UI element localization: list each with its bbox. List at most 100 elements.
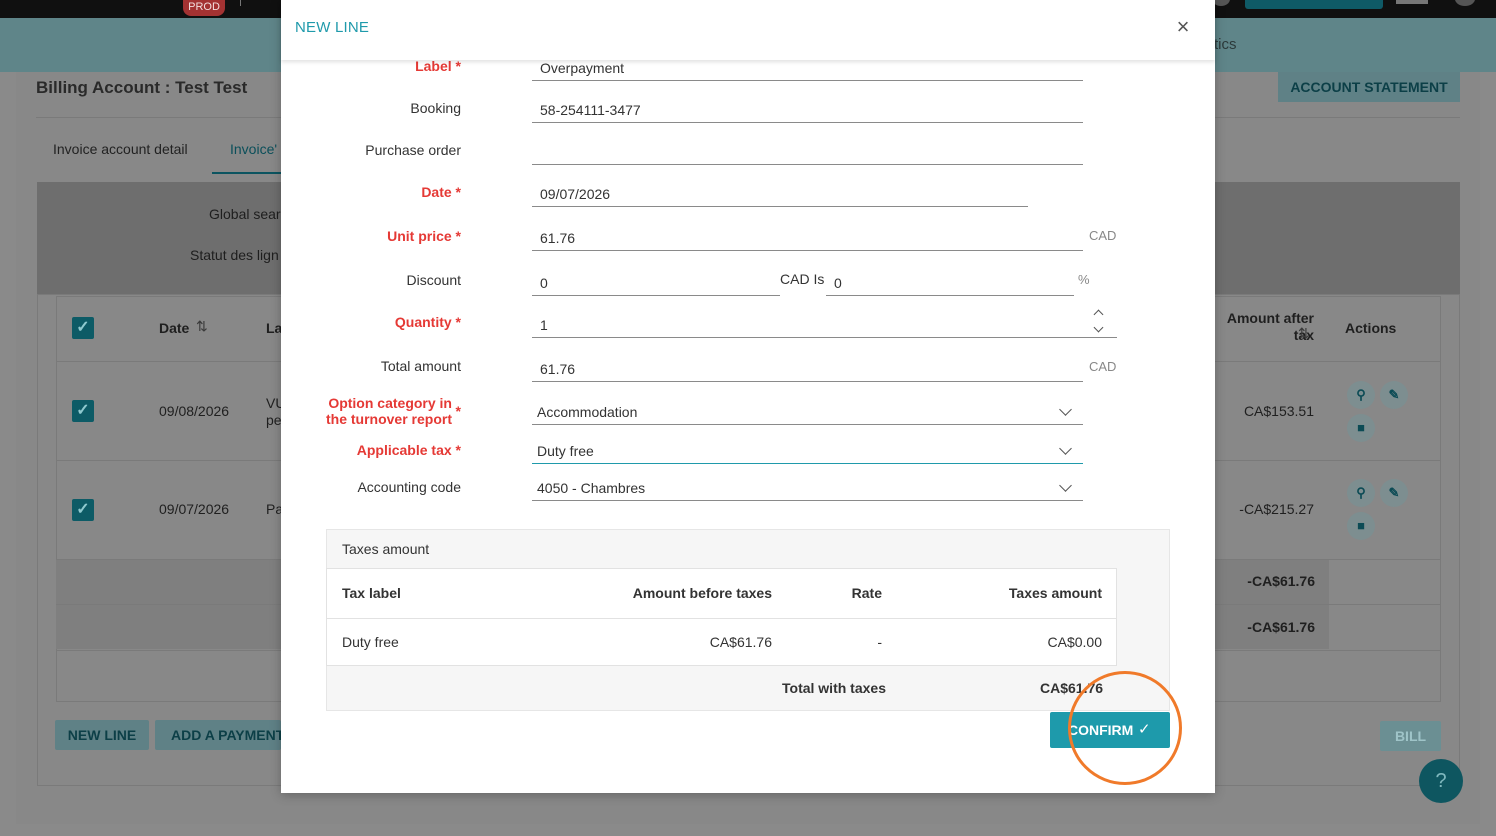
- applicable-tax-select[interactable]: Duty free: [532, 440, 1083, 464]
- line-status-label: Statut des lign: [190, 247, 279, 263]
- purchase-order-label: Purchase order: [365, 142, 461, 158]
- chevron-down-icon: [1059, 442, 1072, 455]
- accounting-code-select[interactable]: 4050 - Chambres: [532, 477, 1083, 501]
- unit-price-value: 61.76: [540, 230, 576, 246]
- tax-row-rate: -: [877, 634, 882, 650]
- page-title: Billing Account : Test Test: [36, 78, 248, 97]
- environment-badge: PROD: [183, 0, 225, 16]
- edit-icon[interactable]: ✎: [1380, 381, 1408, 409]
- purchase-order-field[interactable]: [532, 141, 1083, 165]
- column-header-label[interactable]: La: [266, 320, 282, 336]
- nav-item-statistics[interactable]: tics: [1214, 36, 1237, 53]
- row-label: VU pe: [266, 395, 282, 428]
- row-date: 09/07/2026: [159, 501, 230, 517]
- sort-icon[interactable]: ⇅: [196, 318, 208, 335]
- summary-total: -CA$61.76: [1247, 619, 1315, 635]
- confirm-button[interactable]: CONFIRM ✓: [1050, 712, 1170, 748]
- view-icon[interactable]: ⚲: [1347, 381, 1375, 409]
- required-mark: *: [455, 403, 461, 419]
- discount-percent-suffix: %: [1078, 272, 1090, 287]
- total-amount-field[interactable]: 61.76: [532, 358, 1083, 382]
- global-search-label: Global sear: [209, 206, 281, 222]
- taxes-table: Tax label Amount before taxes Rate Taxes…: [326, 568, 1117, 666]
- discount-amount-value: 0: [540, 275, 548, 291]
- tab-invoice-account-detail[interactable]: Invoice account detail: [53, 141, 188, 157]
- booking-field[interactable]: 58-254111-3477: [532, 99, 1083, 123]
- option-category-label-line1: Option category in: [328, 395, 452, 411]
- confirm-button-label: CONFIRM: [1068, 722, 1134, 738]
- total-amount-value: 61.76: [540, 361, 576, 377]
- account-statement-button[interactable]: ACCOUNT STATEMENT: [1278, 72, 1460, 102]
- new-line-modal: NEW LINE × Label * Overpayment Booking 5…: [281, 0, 1215, 793]
- tax-row-label: Duty free: [342, 634, 399, 650]
- delete-icon[interactable]: ■: [1347, 414, 1375, 442]
- tax-row-amount-before: CA$61.76: [709, 634, 772, 650]
- close-icon[interactable]: ×: [1171, 15, 1195, 39]
- modal-title: NEW LINE: [295, 19, 370, 36]
- total-amount-currency: CAD: [1089, 359, 1117, 374]
- option-category-label-line2: the turnover report: [325, 411, 452, 427]
- column-header-tax-label: Tax label: [342, 585, 401, 601]
- avatar[interactable]: [1455, 0, 1475, 6]
- quantity-label: Quantity *: [394, 314, 461, 330]
- tax-row-taxes-amount: CA$0.00: [1047, 634, 1102, 650]
- booking-field-label: Booking: [410, 100, 461, 116]
- date-field-value: 09/07/2026: [540, 186, 611, 202]
- taxes-panel-title: Taxes amount: [342, 541, 430, 557]
- table-divider: [327, 618, 1116, 619]
- total-with-taxes-label: Total with taxes: [782, 680, 886, 696]
- applicable-tax-label: Applicable tax *: [356, 442, 461, 458]
- column-header-amount-before-taxes: Amount before taxes: [632, 585, 772, 601]
- discount-currency-label: CAD Is: [780, 271, 825, 287]
- summary-total: -CA$61.76: [1247, 573, 1315, 589]
- active-tab-indicator: [212, 172, 282, 174]
- row-checkbox[interactable]: ✓: [72, 499, 94, 521]
- accounting-code-value: 4050 - Chambres: [537, 480, 646, 496]
- option-category-select[interactable]: Accommodation: [532, 401, 1083, 425]
- label-field[interactable]: Overpayment: [532, 57, 1083, 81]
- row-amount: CA$153.51: [1243, 403, 1314, 419]
- discount-amount-field[interactable]: 0: [532, 272, 780, 296]
- row-checkbox[interactable]: ✓: [72, 400, 94, 422]
- unit-price-field[interactable]: 61.76: [532, 227, 1083, 251]
- unit-price-currency: CAD: [1089, 228, 1117, 243]
- row-date: 09/08/2026: [159, 403, 230, 419]
- quantity-stepper[interactable]: 1: [532, 314, 1117, 338]
- row-amount: -CA$215.27: [1239, 501, 1314, 517]
- total-amount-label: Total amount: [380, 358, 461, 374]
- select-all-checkbox[interactable]: ✓: [72, 317, 94, 339]
- applicable-tax-value: Duty free: [537, 443, 594, 459]
- tab-invoices[interactable]: Invoice': [230, 141, 277, 157]
- chevron-down-icon: [1059, 479, 1072, 492]
- delete-icon[interactable]: ■: [1347, 512, 1375, 540]
- bill-button[interactable]: BILL: [1380, 721, 1441, 751]
- chevron-down-icon: [1059, 403, 1072, 416]
- help-button[interactable]: ?: [1419, 759, 1463, 803]
- column-header-rate: Rate: [851, 585, 882, 601]
- accounting-code-label: Accounting code: [357, 479, 461, 495]
- date-field[interactable]: 09/07/2026: [532, 183, 1028, 207]
- modal-header: NEW LINE ×: [281, 0, 1215, 60]
- sort-icon[interactable]: ⇅: [1298, 325, 1310, 342]
- date-field-label: Date *: [421, 184, 461, 200]
- total-with-taxes-value: CA$61.76: [1040, 680, 1104, 696]
- column-header-taxes-amount: Taxes amount: [1008, 585, 1102, 601]
- option-category-value: Accommodation: [537, 404, 638, 420]
- label-field-label: Label *: [415, 58, 461, 74]
- option-category-label: Option category in the turnover report: [326, 395, 452, 427]
- discount-percent-field[interactable]: 0: [826, 272, 1074, 296]
- divider: [240, 0, 241, 6]
- booking-field-value: 58-254111-3477: [540, 102, 641, 118]
- discount-percent-value: 0: [834, 275, 842, 291]
- unit-price-label: Unit price *: [387, 228, 461, 244]
- column-header-date[interactable]: Date: [159, 320, 189, 336]
- top-action-button[interactable]: [1245, 0, 1383, 9]
- add-payment-button[interactable]: ADD A PAYMENT: [155, 720, 281, 750]
- edit-icon[interactable]: ✎: [1380, 479, 1408, 507]
- view-icon[interactable]: ⚲: [1347, 479, 1375, 507]
- top-menu-button[interactable]: [1396, 0, 1428, 4]
- column-header-actions: Actions: [1345, 320, 1397, 336]
- check-icon: ✓: [1138, 721, 1151, 738]
- new-line-button[interactable]: NEW LINE: [55, 720, 149, 750]
- discount-label: Discount: [406, 272, 461, 288]
